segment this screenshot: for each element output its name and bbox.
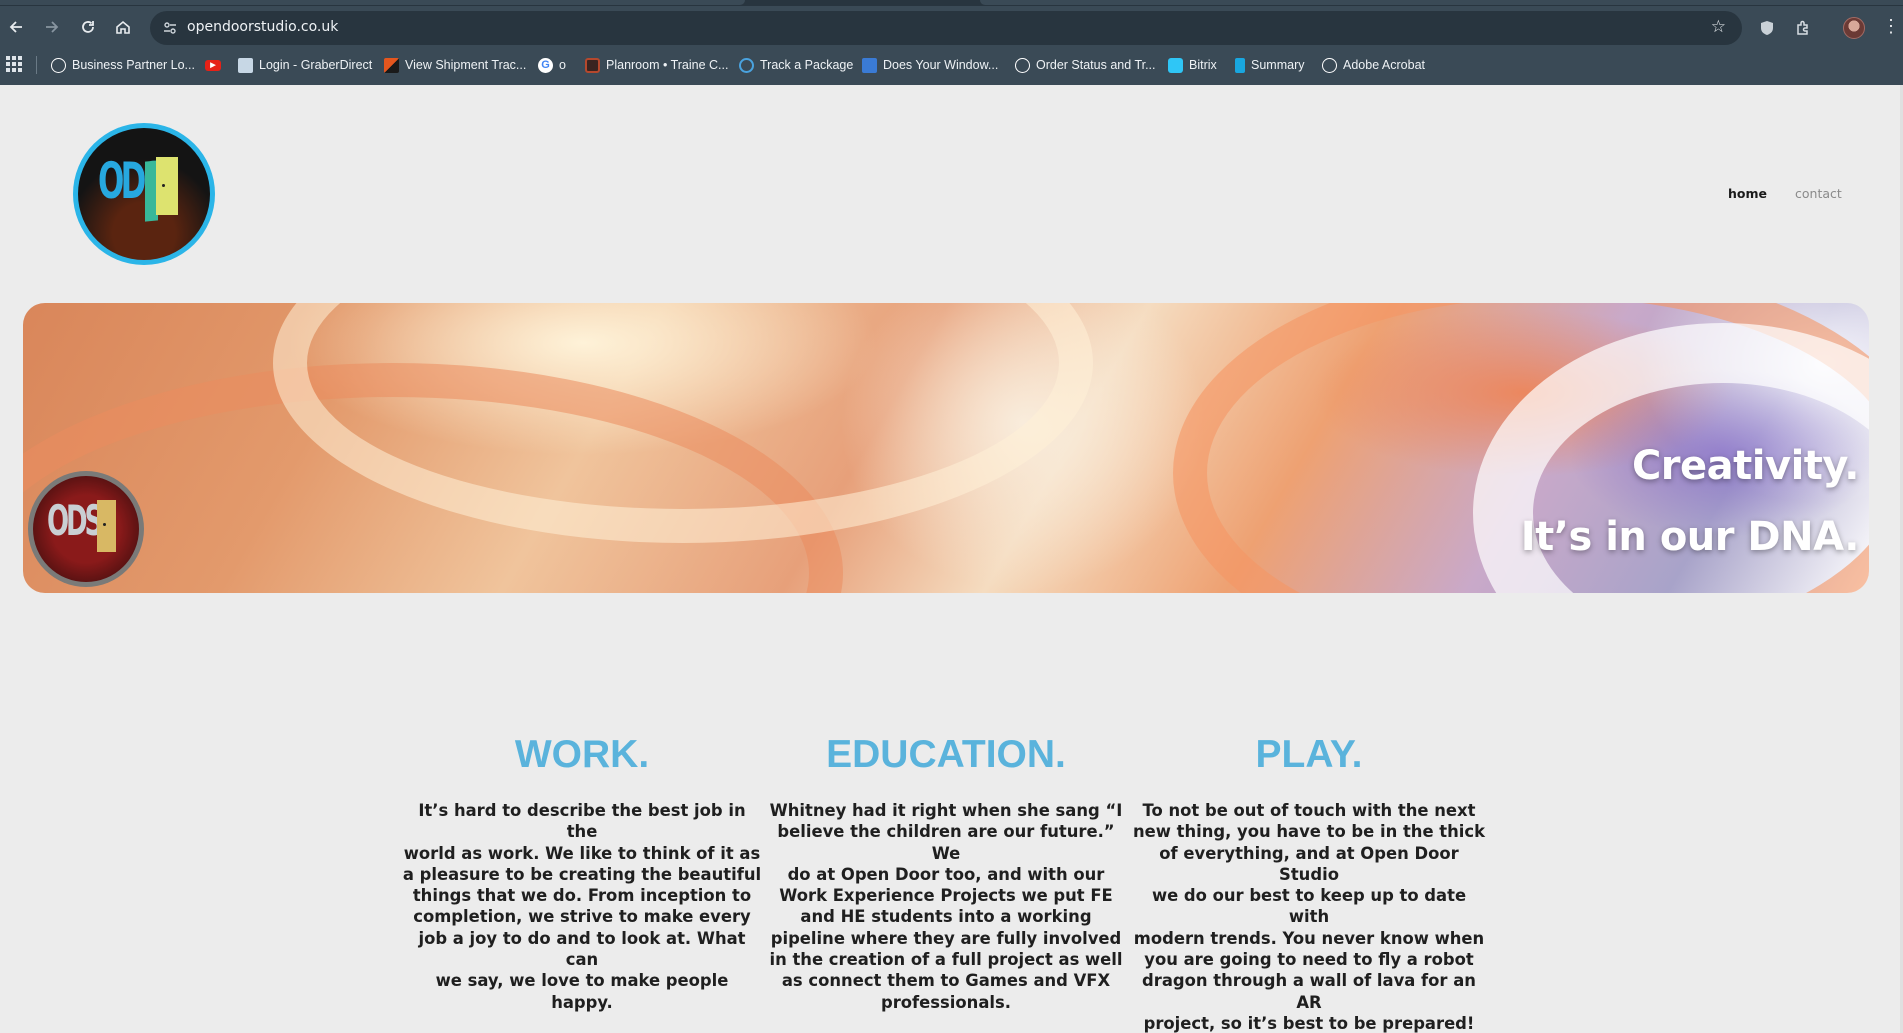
education-title: EDUCATION. <box>826 733 1066 776</box>
globe-icon <box>51 57 66 73</box>
paragraph-line: as connect them to Games and VFX <box>781 971 1111 991</box>
bookmark-item[interactable]: ▶ <box>205 55 221 75</box>
bookmark-item[interactable]: Order Status and Tr... <box>1015 55 1156 75</box>
document-icon <box>238 57 253 73</box>
door-icon <box>97 500 116 552</box>
bookmark-label: o <box>559 58 566 72</box>
web-page: ODS home contact ODS Creativity. It’s in… <box>0 85 1903 1033</box>
paragraph-line: Whitney had it right when she sang “I <box>769 801 1123 820</box>
bookmark-label: Adobe Acrobat <box>1343 58 1426 72</box>
bookmark-item[interactable]: G o <box>538 55 566 75</box>
bookmark-label: Bitrix <box>1189 58 1217 72</box>
shield-extension-icon[interactable] <box>1755 16 1779 40</box>
youtube-icon: ▶ <box>205 59 221 71</box>
paragraph-line: new thing, you have to be in the thick <box>1132 822 1486 842</box>
paragraph-line: of everything, and at Open Door Studio <box>1159 843 1459 884</box>
browser-toolbar: opendoorstudio.co.uk ☆ ⋮ <box>0 9 1903 47</box>
site-info-icon[interactable] <box>158 16 182 40</box>
back-icon[interactable] <box>2 13 30 41</box>
search-doc-icon <box>862 57 877 73</box>
paragraph-line: To not be out of touch with the next <box>1142 801 1476 820</box>
bookmark-item[interactable]: Track a Package <box>739 55 853 75</box>
paragraph-line: completion, we strive to make every <box>413 907 751 927</box>
summary-icon <box>1235 57 1245 73</box>
bookmark-star-icon[interactable]: ☆ <box>1711 17 1726 37</box>
globe-icon <box>1015 57 1030 73</box>
paragraph-line: It’s hard to describe the best job in th… <box>418 801 746 842</box>
paragraph-line: we say, we love to make people happy. <box>435 971 729 1012</box>
bookmark-item[interactable]: Bitrix <box>1168 55 1217 75</box>
play-text: To not be out of touch with the next new … <box>1129 800 1489 1033</box>
bookmarks-divider <box>36 56 37 74</box>
work-text: It’s hard to describe the best job in th… <box>402 800 762 1013</box>
paragraph-line: modern trends. You never know when <box>1133 928 1485 948</box>
bookmark-label: Summary <box>1251 58 1305 72</box>
paragraph-line: project, so it’s best to be prepared! <box>1143 1013 1475 1033</box>
paragraph-line: in the creation of a full project as wel… <box>769 950 1123 970</box>
bookmark-item[interactable]: Business Partner Lo... <box>51 55 195 75</box>
badge-text: ODS <box>47 496 103 545</box>
hero-headline-2: It’s in our DNA. <box>1520 514 1860 560</box>
reload-icon[interactable] <box>74 13 102 41</box>
url-text[interactable]: opendoorstudio.co.uk <box>187 19 338 35</box>
hero-banner: ODS Creativity. It’s in our DNA. <box>23 303 1869 593</box>
paragraph-line: things that we do. From inception to <box>412 886 752 906</box>
tab-strip <box>0 0 1903 6</box>
site-logo[interactable]: ODS <box>73 123 215 265</box>
bookmark-item[interactable]: Adobe Acrobat <box>1322 55 1425 75</box>
play-title: PLAY. <box>1255 733 1363 776</box>
bookmark-label: Business Partner Lo... <box>72 58 195 72</box>
browser-menu-icon[interactable]: ⋮ <box>1882 16 1900 37</box>
bookmark-item[interactable]: Planroom • Traine C... <box>585 55 728 75</box>
paragraph-line: world as work. We like to think of it as <box>403 843 761 863</box>
paragraph-line: you are going to need to fly a robot <box>1144 950 1474 970</box>
paragraph-line: job a joy to do and to look at. What can <box>418 928 746 970</box>
bookmarks-bar: Business Partner Lo... ▶ Login - GraberD… <box>0 52 1903 78</box>
address-bar[interactable]: opendoorstudio.co.uk ☆ <box>150 11 1742 45</box>
bookmark-label: Track a Package <box>760 58 854 72</box>
paragraph-line: Work Experience Projects we put FE <box>779 886 1113 906</box>
paragraph-line: do at Open Door too, and with our <box>787 864 1105 884</box>
extensions-puzzle-icon[interactable] <box>1791 16 1815 40</box>
education-text: Whitney had it right when she sang “I bel… <box>766 800 1126 1013</box>
tab[interactable] <box>980 0 1903 5</box>
door-icon <box>156 157 178 215</box>
bookmark-label: Login - GraberDirect <box>259 58 373 72</box>
paragraph-line: we do our best to keep up to date with <box>1151 886 1467 927</box>
profile-avatar[interactable] <box>1843 17 1865 39</box>
bookmark-item[interactable]: Does Your Window... <box>862 55 998 75</box>
apps-grid-icon[interactable] <box>6 56 22 72</box>
nav-home-link[interactable]: home <box>1728 186 1767 201</box>
bookmark-item[interactable]: View Shipment Trac... <box>384 55 526 75</box>
bitrix-icon <box>1168 57 1183 73</box>
paragraph-line: dragon through a wall of lava for an AR <box>1142 971 1476 1012</box>
bookmark-item[interactable]: Login - GraberDirect <box>238 55 372 75</box>
bookmark-label: Order Status and Tr... <box>1036 58 1156 72</box>
browser-chrome: opendoorstudio.co.uk ☆ ⋮ Business Partne… <box>0 0 1903 85</box>
bookmark-label: Planroom • Traine C... <box>606 58 729 72</box>
paragraph-line: pipeline where they are fully involved <box>770 928 1122 948</box>
bookmark-item[interactable]: Summary <box>1235 55 1304 75</box>
globe-icon <box>1322 57 1337 73</box>
bookmark-label: Does Your Window... <box>883 58 999 72</box>
work-title: WORK. <box>514 733 650 776</box>
forward-icon[interactable] <box>38 13 66 41</box>
home-icon[interactable] <box>109 13 137 41</box>
google-icon: G <box>538 57 553 73</box>
paragraph-line: believe the children are our future.” We <box>777 822 1115 863</box>
hero-headline-1: Creativity. <box>1631 443 1860 489</box>
hero-logo-badge: ODS <box>28 471 144 587</box>
tab[interactable] <box>0 0 745 5</box>
nav-contact-link[interactable]: contact <box>1795 186 1842 201</box>
paragraph-line: professionals. <box>880 992 1012 1012</box>
track-icon <box>739 57 754 73</box>
paragraph-line: a pleasure to be creating the beautiful <box>402 864 762 884</box>
planroom-icon <box>585 57 600 73</box>
paragraph-line: and HE students into a working <box>800 907 1092 927</box>
site-nav: home contact <box>1728 186 1842 201</box>
bookmark-label: View Shipment Trac... <box>405 58 527 72</box>
shipping-icon <box>384 57 399 73</box>
